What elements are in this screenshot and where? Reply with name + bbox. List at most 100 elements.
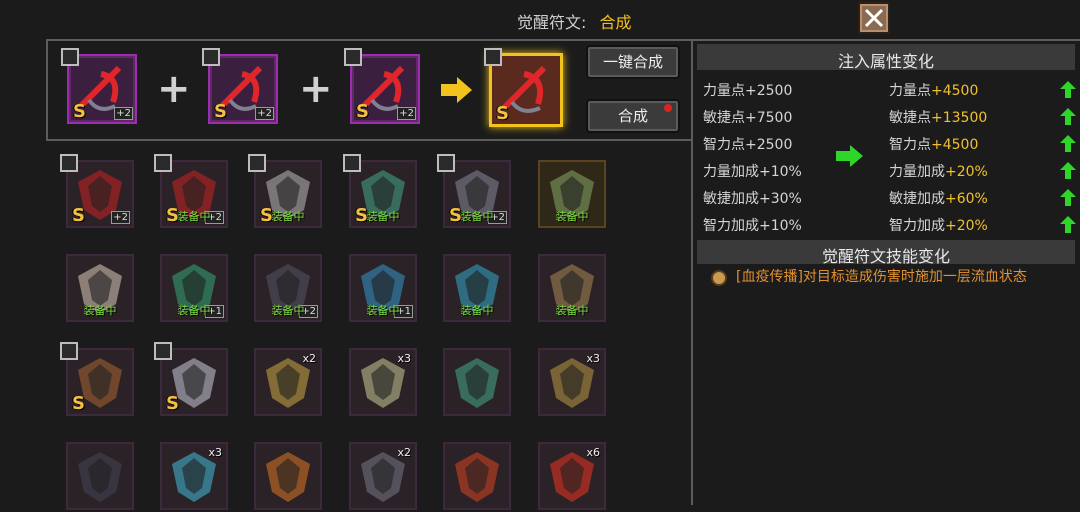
rune-badge-icon (154, 342, 172, 360)
attr-after: 智力加成+20% (889, 218, 988, 234)
equipped-label: 装备中 (271, 304, 305, 317)
attr-before: 敏捷加成+30% (703, 191, 802, 207)
skill-description: [血疫传播]对目标造成伤害时施加一层流血状态 (736, 269, 1027, 285)
inventory-slot[interactable]: x3 (538, 348, 606, 416)
grade-letter: S (496, 103, 509, 124)
stack-count: x2 (397, 446, 411, 459)
close-button[interactable] (858, 2, 890, 34)
divider-panel (691, 39, 693, 505)
inventory-slot[interactable] (254, 442, 322, 510)
rune-badge-icon (484, 48, 502, 66)
rune-icon (455, 358, 499, 408)
stack-count: x3 (586, 352, 600, 365)
inventory-slot[interactable] (443, 442, 511, 510)
stack-count: x3 (208, 446, 222, 459)
inventory-slot[interactable]: x3 (349, 348, 417, 416)
grade-letter: S (356, 101, 369, 122)
equipped-label: 装备中 (271, 210, 305, 223)
inventory-slot[interactable]: S +2 装备中 (437, 154, 511, 228)
inventory-slot[interactable]: S +2 装备中 (154, 154, 228, 228)
result-slot[interactable]: S (484, 48, 563, 127)
rune-badge-icon (248, 154, 266, 172)
inventory-slot[interactable]: 装备中 (538, 160, 606, 228)
rune-badge-icon (154, 154, 172, 172)
input-slot-2[interactable]: S +2 (202, 48, 278, 124)
rune-icon (78, 452, 122, 502)
title-label: 觉醒符文: (517, 13, 587, 32)
inventory-slot[interactable]: S (60, 342, 134, 416)
plus-level: +2 (397, 107, 416, 120)
grade-letter: S (166, 393, 179, 414)
rune-badge-icon (60, 154, 78, 172)
inventory-slot[interactable]: S 装备中 (248, 154, 322, 228)
attr-after: 智力点+4500 (889, 137, 979, 153)
rune-icon (266, 452, 310, 502)
divider-top (46, 39, 1080, 41)
up-arrow-icon (1060, 216, 1076, 233)
divider-left (46, 39, 48, 141)
equipped-label: 装备中 (555, 210, 589, 223)
inventory-slot[interactable]: x3 (160, 442, 228, 510)
inventory-slot[interactable]: x2 (254, 348, 322, 416)
title-value: 合成 (599, 13, 632, 32)
equipped-label: 装备中 (83, 304, 117, 317)
attr-before: 智力加成+10% (703, 218, 802, 234)
alert-dot-icon (664, 104, 672, 112)
plus-icon: + (157, 66, 191, 112)
plus-level: +2 (111, 211, 130, 224)
stack-count: x2 (302, 352, 316, 365)
synthesize-label: 合成 (617, 107, 648, 125)
inventory-slot[interactable]: +2 装备中 (254, 254, 322, 322)
inventory-slot[interactable]: +1 装备中 (349, 254, 417, 322)
input-slot-3[interactable]: S +2 (344, 48, 420, 124)
inventory-slot[interactable]: +1 装备中 (160, 254, 228, 322)
page-title: 觉醒符文: 合成 (517, 9, 632, 33)
rune-badge-icon (344, 48, 362, 66)
inventory-slot[interactable]: S +2 (60, 154, 134, 228)
input-slot-1[interactable]: S +2 (61, 48, 137, 124)
inventory-slot[interactable]: S (154, 342, 228, 416)
inventory-slot[interactable]: 装备中 (66, 254, 134, 322)
rune-icon (455, 452, 499, 502)
equipped-label: 装备中 (460, 304, 494, 317)
equipped-label: 装备中 (177, 210, 211, 223)
up-arrow-icon (1060, 189, 1076, 206)
inventory-slot[interactable]: 装备中 (443, 254, 511, 322)
up-arrow-icon (1060, 81, 1076, 98)
up-arrow-icon (1060, 162, 1076, 179)
inventory-slot[interactable]: 装备中 (538, 254, 606, 322)
attr-after: 敏捷加成+60% (889, 191, 988, 207)
rune-badge-icon (61, 48, 79, 66)
attr-after: 敏捷点+13500 (889, 110, 988, 126)
grade-letter: S (72, 393, 85, 414)
arrow-right-icon (441, 77, 472, 103)
equipped-label: 装备中 (366, 210, 400, 223)
stack-count: x3 (397, 352, 411, 365)
rune-badge-icon (202, 48, 220, 66)
inventory-slot[interactable]: x6 (538, 442, 606, 510)
plus-level: +2 (255, 107, 274, 120)
up-arrow-icon (1060, 108, 1076, 125)
synthesize-button[interactable]: 合成 (586, 99, 680, 133)
rune-badge-icon (343, 154, 361, 172)
inventory-slot[interactable]: x2 (349, 442, 417, 510)
divider-mid (46, 139, 692, 141)
attr-after: 力量加成+20% (889, 164, 988, 180)
inventory-slot[interactable] (443, 348, 511, 416)
plus-icon: + (299, 66, 333, 112)
attr-after: 力量点+4500 (889, 83, 979, 99)
equipped-label: 装备中 (555, 304, 589, 317)
grade-letter: S (73, 101, 86, 122)
equipped-label: 装备中 (177, 304, 211, 317)
inventory-slot[interactable] (66, 442, 134, 510)
equipped-label: 装备中 (366, 304, 400, 317)
equipped-label: 装备中 (460, 210, 494, 223)
plus-level: +2 (114, 107, 133, 120)
grade-letter: S (214, 101, 227, 122)
attr-before: 力量加成+10% (703, 164, 802, 180)
one-click-synthesize-button[interactable]: 一键合成 (586, 45, 680, 79)
rune-badge-icon (60, 342, 78, 360)
inventory-slot[interactable]: S 装备中 (343, 154, 417, 228)
close-icon (864, 8, 884, 28)
rune-badge-icon (437, 154, 455, 172)
